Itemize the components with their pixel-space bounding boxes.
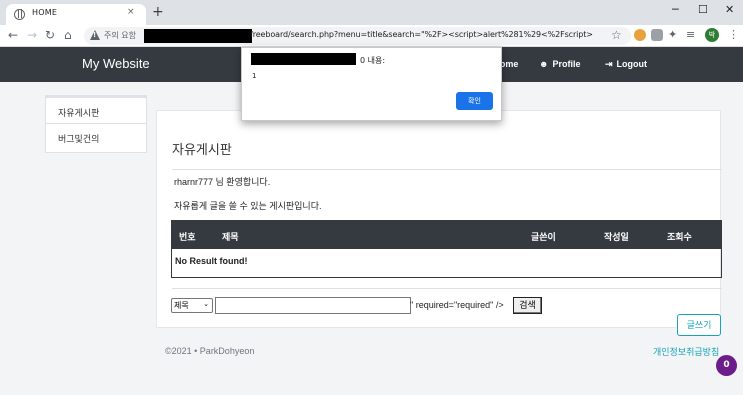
browser-tab[interactable]: HOME ×: [6, 4, 146, 25]
extensions-puzzle-icon[interactable]: ✦: [668, 28, 677, 41]
welcome-text: rharnr777 님 환영합니다.: [174, 177, 271, 187]
nav-profile-link[interactable]: ☻ Profile: [539, 59, 581, 69]
back-icon[interactable]: ←: [8, 28, 18, 42]
column-title: 제목: [222, 232, 239, 242]
column-number: 번호: [179, 232, 196, 242]
reload-icon[interactable]: ↻: [45, 28, 55, 42]
logout-icon: ⇥: [605, 59, 613, 69]
dialog-message: 1: [252, 72, 257, 80]
column-views: 조회수: [667, 232, 692, 242]
home-icon[interactable]: ⌂: [64, 28, 72, 42]
nav-logout-link[interactable]: ⇥ Logout: [605, 59, 647, 70]
sidebar-item-bug-report[interactable]: 버그및건의: [46, 124, 146, 152]
extension-icon[interactable]: [651, 29, 663, 41]
table-header: 번호 제목 글쓴이 작성일 조회수: [172, 221, 721, 249]
browser-toolbar: ← → ↻ ⌂ 주의 요함 freeboard/search.php?menu=…: [0, 25, 743, 47]
tab-strip: HOME × + ─ ☐ ✕: [0, 0, 743, 25]
privacy-policy-link[interactable]: 개인정보취급방침: [653, 345, 719, 358]
notification-badge[interactable]: 0: [716, 355, 737, 376]
tab-title: HOME: [32, 8, 58, 17]
empty-message: No Result found!: [175, 256, 248, 266]
board-card: 자유게시판 rharnr777 님 환영합니다. 자유롭게 글을 쓸 수 있는 …: [156, 110, 722, 328]
chevron-down-icon: ⌄: [203, 300, 209, 308]
search-field-select[interactable]: 제목 ⌄: [171, 298, 213, 313]
maximize-icon[interactable]: ☐: [698, 3, 708, 16]
search-button[interactable]: 검색: [513, 297, 542, 314]
post-table: 번호 제목 글쓴이 작성일 조회수 No Result found!: [171, 220, 722, 278]
reading-list-icon[interactable]: ≡: [686, 28, 695, 41]
board-description: 자유롭게 글을 쓸 수 있는 게시판입니다.: [174, 201, 322, 211]
divider: [172, 288, 722, 289]
column-author: 글쓴이: [531, 232, 556, 242]
bookmark-star-icon[interactable]: ☆: [611, 28, 622, 42]
redacted-block: [144, 29, 252, 43]
search-input[interactable]: [215, 297, 411, 314]
divider: [172, 169, 722, 170]
sidebar: 자유게시판 버그및건의: [45, 95, 147, 153]
ok-button[interactable]: 확인: [456, 92, 493, 110]
profile-avatar[interactable]: 박: [705, 28, 719, 42]
close-tab-icon[interactable]: ×: [127, 7, 135, 17]
page-title: 자유게시판: [172, 142, 232, 157]
extension-cookie-icon[interactable]: [634, 29, 646, 41]
site-brand[interactable]: My Website: [82, 56, 150, 71]
forward-icon[interactable]: →: [27, 28, 37, 42]
column-date: 작성일: [604, 232, 629, 242]
injected-text: " required="required" />: [410, 300, 504, 310]
close-window-icon[interactable]: ✕: [725, 3, 734, 16]
warning-icon[interactable]: [90, 30, 100, 40]
nav-logout-label: Logout: [616, 59, 648, 69]
redacted-block: [251, 53, 356, 65]
user-circle-icon: ☻: [539, 59, 549, 69]
url-text[interactable]: freeboard/search.php?menu=title&search="…: [250, 30, 593, 39]
browser-menu-icon[interactable]: ⋮: [728, 28, 739, 41]
insecure-label[interactable]: 주의 요함: [104, 30, 136, 41]
new-tab-icon[interactable]: +: [152, 5, 164, 19]
globe-icon: [14, 9, 25, 20]
nav-profile-label: Profile: [552, 59, 581, 69]
address-bar[interactable]: 주의 요함 freeboard/search.php?menu=title&se…: [84, 27, 631, 45]
sidebar-item-free-board[interactable]: 자유게시판: [46, 96, 146, 124]
alert-dialog: 0 내용: 1 확인: [241, 47, 502, 121]
minimize-icon[interactable]: ─: [672, 3, 679, 16]
copyright-text: ©2021 • ParkDohyeon: [165, 346, 255, 356]
select-value: 제목: [174, 301, 189, 310]
dialog-title: 0 내용:: [360, 56, 386, 65]
write-post-button[interactable]: 글쓰기: [677, 314, 721, 336]
